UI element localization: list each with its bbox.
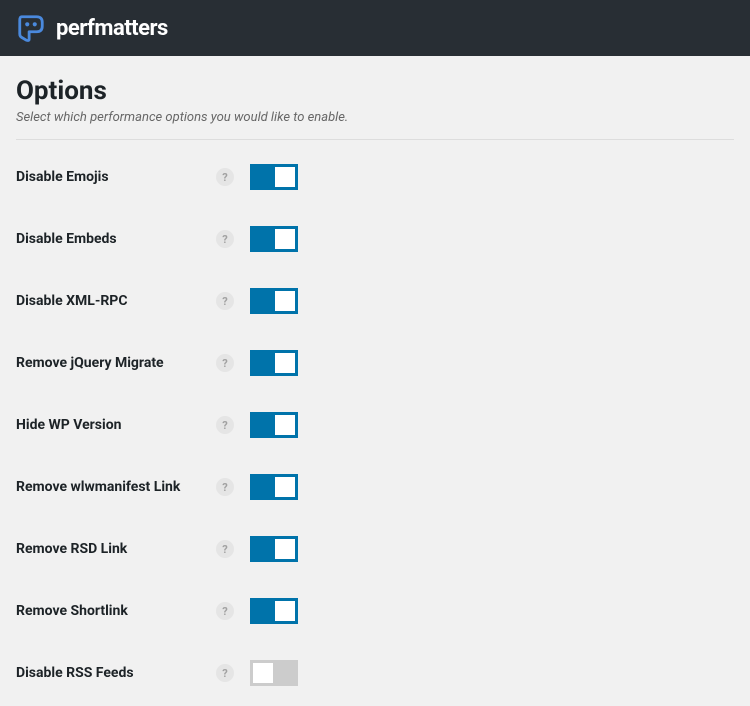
page-subtitle: Select which performance options you wou… — [16, 110, 734, 140]
option-label: Disable Emojis — [16, 169, 216, 185]
option-label: Disable RSS Feeds — [16, 665, 216, 681]
option-row: Remove Shortlink ? — [16, 598, 734, 624]
content-area: Options Select which performance options… — [0, 56, 750, 706]
brand-name: perfmatters — [56, 16, 168, 41]
toggle-disable-rss[interactable] — [250, 660, 298, 686]
help-icon[interactable]: ? — [216, 168, 234, 186]
toggle-disable-emojis[interactable] — [250, 164, 298, 190]
perfmatters-icon — [16, 13, 46, 43]
help-icon[interactable]: ? — [216, 354, 234, 372]
help-icon[interactable]: ? — [216, 292, 234, 310]
option-label: Hide WP Version — [16, 417, 216, 433]
help-icon[interactable]: ? — [216, 478, 234, 496]
option-label: Disable XML-RPC — [16, 293, 216, 309]
option-row: Disable Embeds ? — [16, 226, 734, 252]
option-row: Disable Emojis ? — [16, 164, 734, 190]
help-icon[interactable]: ? — [216, 664, 234, 682]
help-icon[interactable]: ? — [216, 540, 234, 558]
page-title: Options — [16, 76, 734, 106]
option-row: Remove wlwmanifest Link ? — [16, 474, 734, 500]
help-icon[interactable]: ? — [216, 602, 234, 620]
options-list: Disable Emojis ? Disable Embeds ? Disabl… — [16, 164, 734, 686]
option-row: Remove RSD Link ? — [16, 536, 734, 562]
option-label: Remove Shortlink — [16, 603, 216, 619]
toggle-remove-rsd[interactable] — [250, 536, 298, 562]
option-label: Disable Embeds — [16, 231, 216, 247]
option-row: Disable XML-RPC ? — [16, 288, 734, 314]
option-label: Remove jQuery Migrate — [16, 355, 216, 371]
toggle-remove-wlwmanifest[interactable] — [250, 474, 298, 500]
option-label: Remove wlwmanifest Link — [16, 479, 216, 495]
help-icon[interactable]: ? — [216, 416, 234, 434]
help-icon[interactable]: ? — [216, 230, 234, 248]
toggle-disable-embeds[interactable] — [250, 226, 298, 252]
toggle-disable-xmlrpc[interactable] — [250, 288, 298, 314]
toggle-remove-shortlink[interactable] — [250, 598, 298, 624]
option-row: Disable RSS Feeds ? — [16, 660, 734, 686]
option-label: Remove RSD Link — [16, 541, 216, 557]
app-header: perfmatters — [0, 0, 750, 56]
option-row: Hide WP Version ? — [16, 412, 734, 438]
toggle-remove-jquery-migrate[interactable] — [250, 350, 298, 376]
brand-logo: perfmatters — [16, 13, 168, 43]
option-row: Remove jQuery Migrate ? — [16, 350, 734, 376]
toggle-hide-wp-version[interactable] — [250, 412, 298, 438]
